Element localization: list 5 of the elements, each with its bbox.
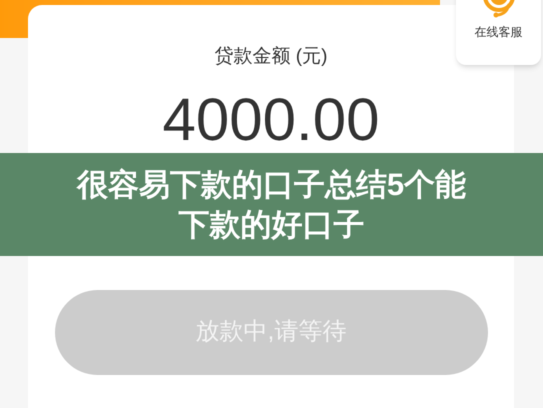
amount-label: 贷款金额 (元)	[214, 45, 328, 69]
banner-title: 很容易下款的口子总结5个能下款的好口子	[75, 166, 468, 244]
customer-service-label: 在线客服	[474, 24, 522, 41]
loan-amount: 4000.00	[162, 90, 380, 150]
customer-service-button[interactable]: 在线客服	[456, 0, 541, 65]
